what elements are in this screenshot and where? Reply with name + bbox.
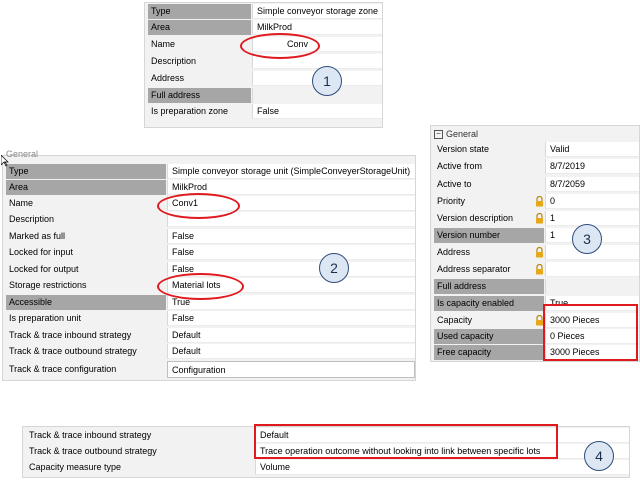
lock-icon [536,213,543,224]
section-header-general[interactable]: General [6,147,38,161]
highlight-rectangle [543,304,638,361]
property-key: Is preparation zone [151,106,229,116]
property-key: Marked as full [9,231,66,241]
property-key: Free capacity [434,345,544,360]
section-label: General [446,129,479,139]
property-key: Track & trace outbound strategy [29,446,157,456]
property-row-address[interactable]: Address [431,245,639,260]
property-row-inbound-strategy[interactable]: Track & trace inbound strategy Default [3,328,415,343]
property-key: Accessible [6,295,166,310]
property-row-is-preparation-unit[interactable]: Is preparation unit False [3,311,415,326]
property-key: Track & trace outbound strategy [9,346,137,356]
property-key: Priority [437,196,466,206]
property-value[interactable]: 1 [545,211,639,226]
property-key: Active to [437,179,472,189]
property-value[interactable]: 8/7/2059 [545,177,639,192]
property-key: Track & trace configuration [9,364,117,374]
property-key: Track & trace inbound strategy [29,430,152,440]
property-row-address[interactable]: Address [145,71,382,86]
property-row-marked-as-full[interactable]: Marked as full False [3,229,415,244]
property-key: Area [148,20,251,35]
property-key: Version state [437,144,490,154]
callout-badge-2: 2 [319,253,349,283]
property-row-version-description[interactable]: Version description 1 [431,211,639,226]
property-row-outbound-strategy[interactable]: Track & trace outbound strategy Default [3,344,415,359]
property-row-version-state[interactable]: Version state Valid [431,142,639,157]
property-key: Version description [437,213,514,223]
property-key: Description [151,56,197,66]
property-key: Storage restrictions [9,280,87,290]
highlight-ellipse [157,273,244,300]
property-key: Area [6,180,166,195]
property-key: Name [9,198,34,208]
property-row-capacity-measure-type[interactable]: Capacity measure type Volume [23,460,629,475]
property-key: Address [151,73,185,83]
configuration-field[interactable]: Configuration [167,361,415,378]
property-key: Track & trace inbound strategy [9,330,132,340]
property-value[interactable]: Simple conveyor storage zone [252,4,382,19]
property-row-type[interactable]: Type Simple conveyor storage zone [145,4,382,19]
highlight-ellipse [157,193,240,219]
property-row-address-separator[interactable]: Address separator [431,262,639,277]
property-key: Address separator [437,264,511,274]
property-key: Is preparation unit [9,313,82,323]
cursor-icon [1,155,9,167]
property-value[interactable]: False [252,104,382,119]
property-value[interactable] [545,262,639,277]
property-row-active-to[interactable]: Active to 8/7/2059 [431,177,639,192]
callout-badge-3: 3 [572,224,602,254]
property-row-active-from[interactable]: Active from 8/7/2019 [431,159,639,174]
lock-icon [536,264,543,275]
property-key: Locked for output [9,264,79,274]
property-key: Used capacity [434,329,544,344]
section-header-general[interactable]: − General [434,127,478,141]
property-key: Active from [437,161,483,171]
property-row-track-trace-configuration[interactable]: Track & trace configuration Configuratio… [3,361,415,378]
property-row-area[interactable]: Area MilkProd [145,20,382,35]
property-key: Full address [148,88,251,103]
lock-icon [536,196,543,207]
property-key: Locked for input [9,247,74,257]
property-value[interactable]: False [167,245,415,260]
property-value[interactable]: 0 [545,194,639,209]
property-value[interactable]: Default [167,328,415,343]
property-key: Version number [434,228,544,243]
property-value [545,279,639,294]
property-key: Type [148,4,251,19]
collapse-icon[interactable]: − [434,130,443,140]
lock-icon [536,247,543,258]
property-value[interactable]: Simple conveyor storage unit (SimpleConv… [167,164,415,179]
highlight-ellipse [240,33,320,59]
callout-badge-1: 1 [312,66,342,96]
property-grid-unit: General Type Simple conveyor storage uni… [2,149,416,381]
property-row-locked-for-input[interactable]: Locked for input False [3,245,415,260]
property-key: Capacity measure type [29,462,122,472]
property-key: Full address [434,279,544,294]
property-grid-zone: Type Simple conveyor storage zone Area M… [144,2,383,128]
highlight-rectangle [254,424,558,459]
property-value[interactable]: False [167,311,415,326]
property-key: Type [6,164,166,179]
property-row-type[interactable]: Type Simple conveyor storage unit (Simpl… [3,164,415,179]
property-row-priority[interactable]: Priority 0 [431,194,639,209]
property-value[interactable]: 8/7/2019 [545,159,639,174]
property-value[interactable]: Volume [255,460,629,475]
property-key: Capacity [437,315,473,325]
section-label: General [6,149,39,159]
property-value[interactable]: Default [167,344,415,359]
property-row-full-address[interactable]: Full address [145,88,382,103]
property-key: Description [9,214,55,224]
property-key: Name [151,39,176,49]
property-row-version-number[interactable]: Version number 1 [431,228,639,243]
property-value[interactable]: Valid [545,142,639,157]
property-row-full-address[interactable]: Full address [431,279,639,294]
property-key: Address [437,247,471,257]
callout-badge-4: 4 [584,441,614,471]
property-key: Is capacity enabled [434,296,544,311]
property-row-is-preparation-zone[interactable]: Is preparation zone False [145,104,382,119]
property-value[interactable]: False [167,229,415,244]
